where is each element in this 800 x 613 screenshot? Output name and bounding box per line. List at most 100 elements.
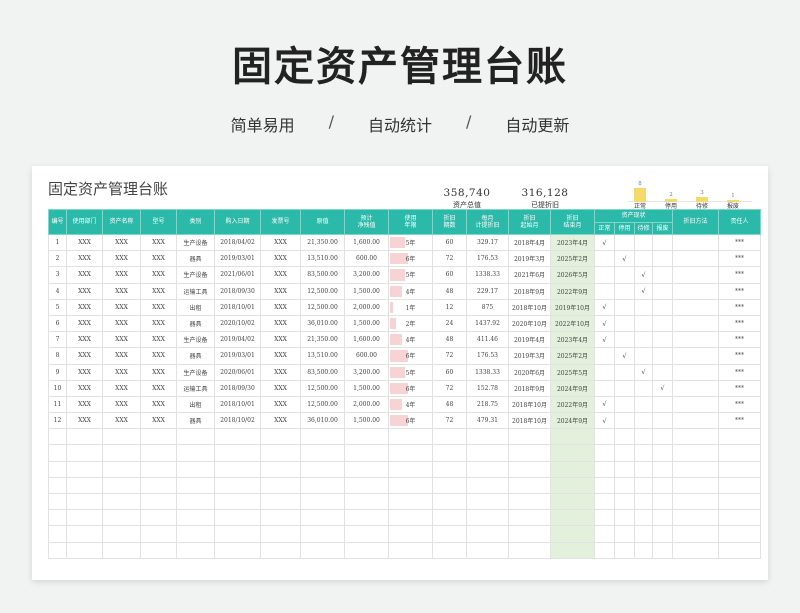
empty-cell[interactable] xyxy=(260,476,301,495)
empty-cell[interactable] xyxy=(718,509,762,527)
empty-cell[interactable] xyxy=(550,460,595,478)
empty-cell[interactable] xyxy=(432,492,467,511)
empty-cell[interactable] xyxy=(634,509,653,527)
empty-cell[interactable] xyxy=(300,541,345,559)
empty-cell[interactable] xyxy=(260,460,301,478)
empty-cell[interactable] xyxy=(508,492,551,511)
empty-cell[interactable] xyxy=(550,444,595,462)
empty-cell[interactable] xyxy=(102,476,141,495)
empty-cell[interactable] xyxy=(508,476,551,495)
empty-cell[interactable] xyxy=(594,541,615,559)
table-row[interactable]: 11 XXX XXX XXX 出租 2018/10/01 XXX 12,500.00 2,000… xyxy=(48,395,762,414)
empty-row[interactable] xyxy=(48,460,762,478)
empty-cell[interactable] xyxy=(176,541,215,559)
table-row[interactable]: 6 XXX XXX XXX 器具 2020/10/02 XXX 36,010.00 1,500.… xyxy=(48,314,762,333)
empty-cell[interactable] xyxy=(466,460,509,478)
empty-cell[interactable] xyxy=(614,460,635,478)
empty-cell[interactable] xyxy=(614,444,635,462)
empty-cell[interactable] xyxy=(672,525,720,543)
empty-cell[interactable] xyxy=(466,541,509,559)
empty-cell[interactable] xyxy=(300,476,345,495)
empty-cell[interactable] xyxy=(550,525,595,543)
empty-cell[interactable] xyxy=(614,541,635,559)
empty-cell[interactable] xyxy=(214,541,261,559)
empty-cell[interactable] xyxy=(344,476,389,495)
empty-cell[interactable] xyxy=(466,428,509,446)
empty-cell[interactable] xyxy=(651,460,674,478)
empty-cell[interactable] xyxy=(614,509,635,527)
empty-cell[interactable] xyxy=(66,541,103,559)
empty-cell[interactable] xyxy=(651,444,674,462)
empty-row[interactable] xyxy=(48,525,762,543)
empty-cell[interactable] xyxy=(651,541,674,559)
empty-cell[interactable] xyxy=(66,428,103,446)
empty-cell[interactable] xyxy=(550,541,595,559)
empty-cell[interactable] xyxy=(550,492,595,511)
empty-cell[interactable] xyxy=(388,428,433,446)
empty-cell[interactable] xyxy=(66,460,103,478)
empty-cell[interactable] xyxy=(672,492,720,511)
empty-cell[interactable] xyxy=(388,476,433,495)
empty-cell[interactable] xyxy=(594,509,615,527)
empty-cell[interactable] xyxy=(550,428,595,446)
empty-cell[interactable] xyxy=(718,444,762,462)
empty-cell[interactable] xyxy=(102,492,141,511)
empty-cell[interactable] xyxy=(300,460,345,478)
empty-cell[interactable] xyxy=(432,428,467,446)
empty-cell[interactable] xyxy=(718,476,762,495)
table-row[interactable]: 5 XXX XXX XXX 出租 2018/10/01 XXX 12,500.00 2,000.… xyxy=(48,298,762,316)
empty-cell[interactable] xyxy=(140,460,177,478)
empty-cell[interactable] xyxy=(672,444,720,462)
table-row[interactable]: 7 XXX XXX XXX 生产设备 2019/04/02 XXX 21,350.00 1,60… xyxy=(48,331,762,349)
table-row[interactable]: 4 XXX XXX XXX 运输工具 2018/09/30 XXX 12,500.00 1,50… xyxy=(48,282,762,300)
empty-cell[interactable] xyxy=(214,476,261,495)
empty-cell[interactable] xyxy=(508,525,551,543)
empty-cell[interactable] xyxy=(634,460,653,478)
empty-cell[interactable] xyxy=(344,444,389,462)
empty-cell[interactable] xyxy=(300,509,345,527)
empty-cell[interactable] xyxy=(344,509,389,527)
empty-cell[interactable] xyxy=(66,444,103,462)
empty-cell[interactable] xyxy=(48,525,67,543)
empty-cell[interactable] xyxy=(651,428,674,446)
empty-cell[interactable] xyxy=(176,460,215,478)
empty-cell[interactable] xyxy=(432,476,467,495)
empty-cell[interactable] xyxy=(672,476,720,495)
empty-cell[interactable] xyxy=(214,460,261,478)
empty-cell[interactable] xyxy=(672,541,720,559)
empty-cell[interactable] xyxy=(388,444,433,462)
empty-cell[interactable] xyxy=(614,492,635,511)
empty-cell[interactable] xyxy=(718,460,762,478)
table-row[interactable]: 3 XXX XXX XXX 生产设备 2021/06/01 XXX 83,500.00 3,20… xyxy=(48,266,762,284)
empty-cell[interactable] xyxy=(48,492,67,511)
empty-cell[interactable] xyxy=(260,428,301,446)
empty-cell[interactable] xyxy=(651,525,674,543)
empty-cell[interactable] xyxy=(672,460,720,478)
empty-cell[interactable] xyxy=(634,444,653,462)
empty-cell[interactable] xyxy=(102,509,141,527)
empty-cell[interactable] xyxy=(344,541,389,559)
empty-row[interactable] xyxy=(48,444,762,462)
empty-cell[interactable] xyxy=(214,509,261,527)
empty-cell[interactable] xyxy=(344,428,389,446)
empty-cell[interactable] xyxy=(176,492,215,511)
empty-cell[interactable] xyxy=(214,525,261,543)
empty-cell[interactable] xyxy=(388,509,433,527)
empty-cell[interactable] xyxy=(344,492,389,511)
empty-cell[interactable] xyxy=(466,509,509,527)
empty-cell[interactable] xyxy=(594,525,615,543)
empty-cell[interactable] xyxy=(508,428,551,446)
empty-row[interactable] xyxy=(48,492,762,511)
empty-cell[interactable] xyxy=(388,460,433,478)
empty-cell[interactable] xyxy=(140,541,177,559)
empty-cell[interactable] xyxy=(634,541,653,559)
table-row[interactable]: 8 XXX XXX XXX 器具 2019/03/01 XXX 13,510.00 600.00… xyxy=(48,347,762,365)
empty-cell[interactable] xyxy=(651,509,674,527)
empty-row[interactable] xyxy=(48,509,762,527)
empty-cell[interactable] xyxy=(260,509,301,527)
empty-cell[interactable] xyxy=(432,460,467,478)
empty-cell[interactable] xyxy=(214,492,261,511)
empty-cell[interactable] xyxy=(614,476,635,495)
empty-cell[interactable] xyxy=(300,525,345,543)
empty-cell[interactable] xyxy=(466,492,509,511)
